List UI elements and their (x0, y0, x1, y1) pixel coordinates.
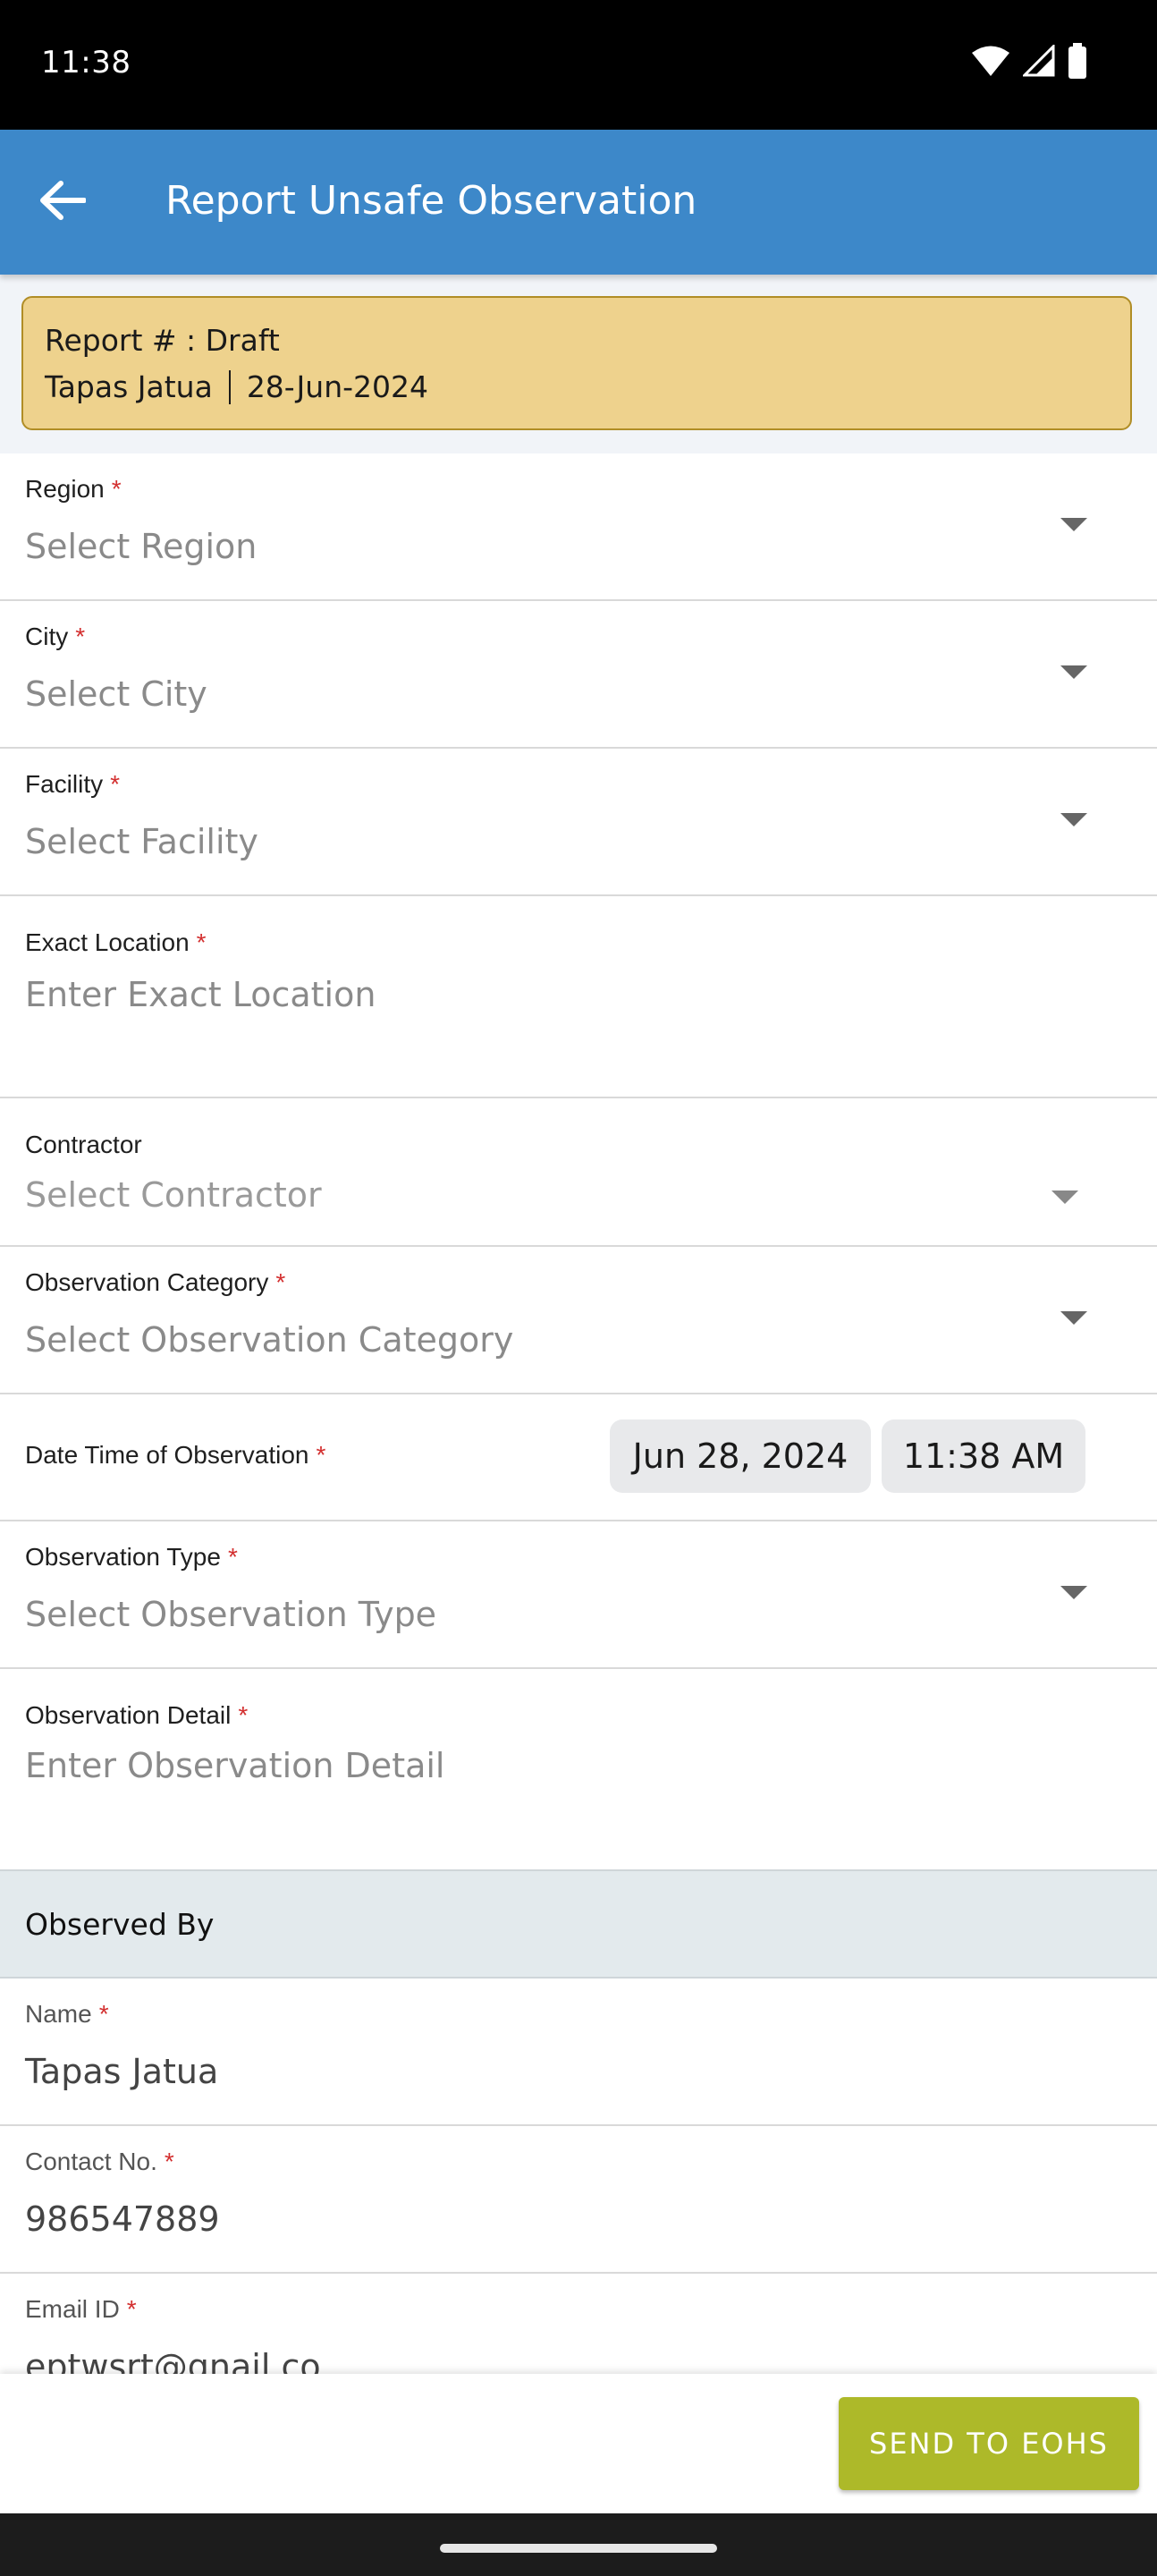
name-input: Tapas Jatua (25, 2052, 219, 2091)
observation-detail-label: Observation Detail * (25, 1701, 249, 1729)
send-to-eohs-button[interactable]: SEND TO EOHS (839, 2397, 1139, 2490)
contact-label: Contact No. * (25, 2148, 174, 2175)
report-date: 28-Jun-2024 (246, 369, 429, 404)
facility-label: Facility * (25, 770, 121, 798)
date-picker-button[interactable]: Jun 28, 2024 (610, 1419, 871, 1493)
wifi-icon (971, 45, 1010, 80)
observation-detail-input: Enter Observation Detail (25, 1746, 445, 1785)
facility-dropdown[interactable]: Facility * Select Facility (0, 749, 1157, 896)
city-label: City * (25, 623, 86, 650)
divider (228, 369, 231, 404)
observation-category-value: Select Observation Category (25, 1320, 514, 1360)
cellular-signal-icon (1021, 43, 1055, 80)
chevron-down-icon (1060, 1311, 1087, 1325)
observation-type-dropdown[interactable]: Observation Type * Select Observation Typ… (0, 1521, 1157, 1669)
time-picker-button[interactable]: 11:38 AM (882, 1419, 1085, 1493)
reporter-name: Tapas Jatua (45, 369, 213, 404)
chevron-down-icon (1060, 665, 1087, 679)
region-dropdown[interactable]: Region * Select Region (0, 453, 1157, 601)
report-number: Report # : Draft (45, 323, 280, 358)
contact-field[interactable]: Contact No. * 986547889 (0, 2126, 1157, 2274)
contractor-label: Contractor (25, 1131, 142, 1158)
datetime-label: Date Time of Observation * (25, 1441, 326, 1469)
exact-location-label: Exact Location * (25, 928, 207, 956)
region-label: Region * (25, 475, 122, 503)
exact-location-field[interactable]: Exact Location * Enter Exact Location (0, 896, 1157, 1098)
region-value: Select Region (25, 527, 258, 566)
arrow-back-icon (39, 181, 87, 224)
city-dropdown[interactable]: City * Select City (0, 601, 1157, 749)
facility-value: Select Facility (25, 822, 258, 861)
status-icons (971, 43, 1087, 82)
page-title: Report Unsafe Observation (165, 178, 697, 224)
status-bar: 11:38 (0, 0, 1157, 130)
battery-icon (1068, 43, 1087, 82)
bottom-action-bar: SEND TO EOHS (0, 2374, 1157, 2513)
chevron-down-icon (1051, 1191, 1078, 1204)
contractor-dropdown[interactable]: Contractor Select Contractor (0, 1098, 1157, 1247)
observation-type-value: Select Observation Type (25, 1595, 437, 1634)
name-label: Name * (25, 2000, 109, 2028)
exact-location-input: Enter Exact Location (25, 975, 376, 1014)
observation-type-label: Observation Type * (25, 1543, 238, 1571)
observation-category-dropdown[interactable]: Observation Category * Select Observation… (0, 1247, 1157, 1394)
draft-info-section: Report # : Draft Tapas Jatua 28-Jun-2024 (0, 275, 1157, 453)
back-button[interactable] (27, 166, 98, 238)
section-title: Observed By (25, 1907, 215, 1942)
name-field[interactable]: Name * Tapas Jatua (0, 1979, 1157, 2126)
datetime-field: Date Time of Observation * Jun 28, 2024 1… (0, 1394, 1157, 1521)
chevron-down-icon (1060, 1586, 1087, 1599)
contact-input: 986547889 (25, 2199, 220, 2239)
observation-category-label: Observation Category * (25, 1268, 286, 1296)
home-gesture-handle[interactable] (440, 2544, 717, 2553)
observed-by-section-header: Observed By (0, 1869, 1157, 1979)
contractor-value: Select Contractor (25, 1175, 322, 1215)
email-label: Email ID * (25, 2295, 137, 2323)
city-value: Select City (25, 674, 207, 714)
system-navigation-bar (0, 2513, 1157, 2576)
observation-detail-field[interactable]: Observation Detail * Enter Observation De… (0, 1669, 1157, 1869)
reporter-line: Tapas Jatua 28-Jun-2024 (45, 369, 428, 404)
chevron-down-icon (1060, 518, 1087, 531)
status-time: 11:38 (41, 45, 131, 80)
app-bar: Report Unsafe Observation (0, 130, 1157, 275)
chevron-down-icon (1060, 813, 1087, 826)
draft-info-card: Report # : Draft Tapas Jatua 28-Jun-2024 (21, 296, 1132, 430)
